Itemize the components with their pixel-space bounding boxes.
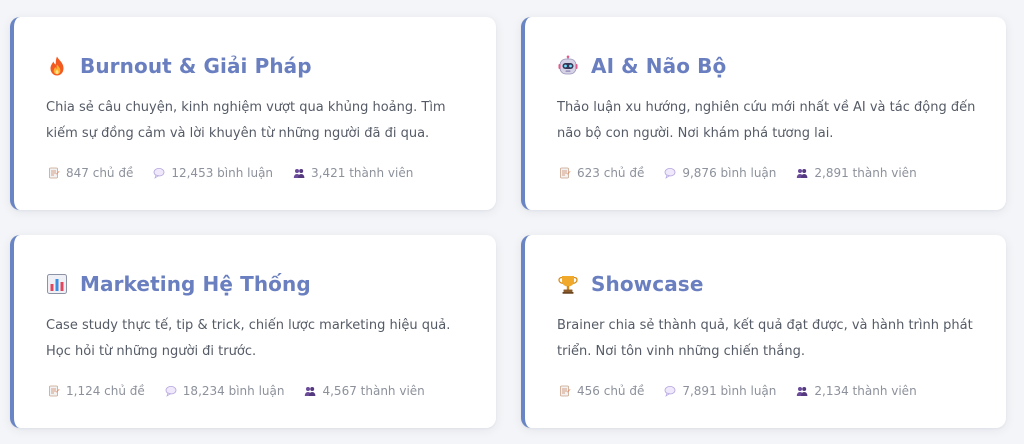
stat-members: 2,134 thành viên [796, 384, 917, 398]
stat-topics-text: 847 chủ đề [66, 166, 134, 180]
stat-members: 4,567 thành viên [304, 384, 425, 398]
stat-comments: 18,234 bình luận [165, 384, 285, 398]
memo-icon [559, 385, 571, 397]
card-title-text: Burnout & Giải Pháp [80, 54, 312, 78]
category-card-marketing[interactable]: Marketing Hệ Thống Case study thực tế, t… [10, 235, 496, 428]
category-card-ai-brain[interactable]: AI & Não Bộ Thảo luận xu hướng, nghiên c… [521, 17, 1006, 210]
card-stats: 623 chủ đề 9,876 bình luận 2,891 thành v… [559, 166, 937, 180]
stat-members-text: 3,421 thành viên [311, 166, 414, 180]
stat-comments-text: 9,876 bình luận [682, 166, 777, 180]
trophy-icon [558, 276, 578, 294]
speech-bubble-icon [165, 385, 177, 397]
card-title-text: AI & Não Bộ [591, 54, 727, 78]
memo-icon [48, 167, 60, 179]
stat-comments: 12,453 bình luận [153, 166, 273, 180]
category-card-showcase[interactable]: Showcase Brainer chia sẻ thành quả, kết … [521, 235, 1006, 428]
speech-bubble-icon [664, 385, 676, 397]
stat-topics-text: 456 chủ đề [577, 384, 645, 398]
people-icon [796, 167, 808, 179]
stat-topics: 623 chủ đề [559, 166, 644, 180]
speech-bubble-icon [664, 167, 676, 179]
speech-bubble-icon [153, 167, 165, 179]
card-title: Burnout & Giải Pháp [46, 49, 466, 83]
stat-comments-text: 7,891 bình luận [682, 384, 777, 398]
card-title: AI & Não Bộ [557, 49, 976, 83]
stat-topics: 847 chủ đề [48, 166, 133, 180]
stat-members-text: 2,134 thành viên [814, 384, 917, 398]
card-description: Brainer chia sẻ thành quả, kết quả đạt đ… [557, 318, 973, 359]
stat-comments: 7,891 bình luận [664, 384, 776, 398]
stat-topics: 456 chủ đề [559, 384, 644, 398]
card-description: Case study thực tế, tip & trick, chiến l… [46, 318, 451, 359]
stat-comments-text: 18,234 bình luận [182, 384, 285, 398]
people-icon [796, 385, 808, 397]
bar-chart-icon [47, 274, 67, 294]
stat-members: 3,421 thành viên [293, 166, 413, 180]
memo-icon [48, 385, 60, 397]
card-title: Showcase [557, 267, 976, 301]
stat-topics-text: 1,124 chủ đề [66, 384, 145, 398]
category-card-burnout[interactable]: Burnout & Giải Pháp Chia sẻ câu chuyện, … [10, 17, 496, 210]
people-icon [304, 385, 316, 397]
stat-comments-text: 12,453 bình luận [171, 166, 274, 180]
card-description: Chia sẻ câu chuyện, kinh nghiệm vượt qua… [46, 100, 446, 141]
card-title: Marketing Hệ Thống [46, 267, 466, 301]
card-title-text: Marketing Hệ Thống [80, 272, 311, 296]
stat-members: 2,891 thành viên [796, 166, 917, 180]
robot-icon [558, 55, 578, 75]
memo-icon [559, 167, 571, 179]
fire-icon [50, 56, 64, 76]
card-stats: 1,124 chủ đề 18,234 bình luận 4,567 thàn… [48, 384, 445, 398]
card-stats: 847 chủ đề 12,453 bình luận 3,421 thành … [48, 166, 433, 180]
card-description: Thảo luận xu hướng, nghiên cứu mới nhất … [557, 100, 976, 141]
card-title-text: Showcase [591, 272, 704, 296]
forum-category-grid: Burnout & Giải Pháp Chia sẻ câu chuyện, … [10, 17, 1006, 428]
card-stats: 456 chủ đề 7,891 bình luận 2,134 thành v… [559, 384, 937, 398]
stat-topics: 1,124 chủ đề [48, 384, 145, 398]
stat-members-text: 4,567 thành viên [322, 384, 425, 398]
stat-topics-text: 623 chủ đề [577, 166, 645, 180]
people-icon [293, 167, 305, 179]
stat-comments: 9,876 bình luận [664, 166, 776, 180]
stat-members-text: 2,891 thành viên [814, 166, 917, 180]
